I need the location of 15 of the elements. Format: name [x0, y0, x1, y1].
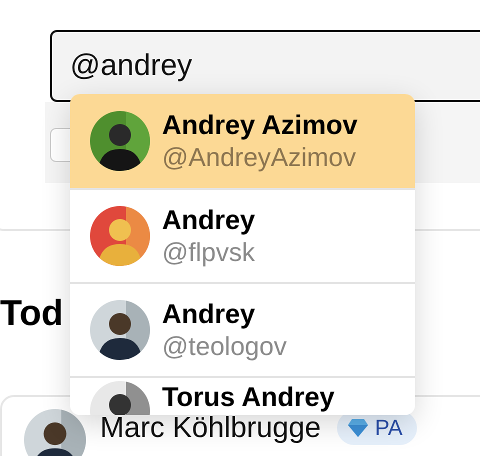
- badge-label: PA: [374, 415, 403, 441]
- user-name: Andrey Azimov: [162, 109, 358, 141]
- user-name: Andrey: [162, 204, 256, 236]
- suggestion-item[interactable]: Andrey Azimov @AndreyAzimov: [70, 94, 415, 188]
- user-handle: @teologov: [162, 330, 287, 362]
- user-handle: @AndreyAzimov: [162, 141, 358, 173]
- suggestion-item[interactable]: Torus Andrey: [70, 376, 415, 415]
- user-name: Torus Andrey: [162, 381, 335, 413]
- suggestion-item[interactable]: Andrey @flpvsk: [70, 188, 415, 282]
- user-handle: @flpvsk: [162, 236, 256, 268]
- section-heading: Tod: [0, 291, 64, 335]
- suggestion-item[interactable]: Andrey @teologov: [70, 282, 415, 376]
- user-name: Andrey: [162, 298, 256, 330]
- mention-input-field[interactable]: @andrey: [50, 30, 480, 102]
- gem-icon: [346, 418, 369, 438]
